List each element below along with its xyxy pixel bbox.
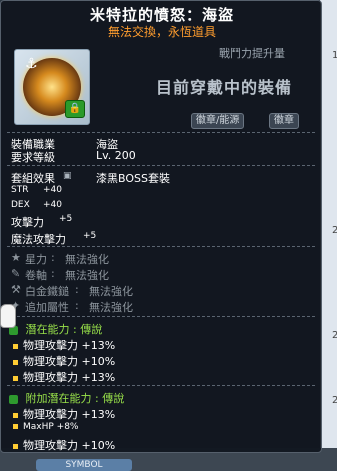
enhancement-label: 卷軸 — [25, 269, 47, 282]
potential-header-text: 潛在能力 : 傳說 — [25, 323, 103, 336]
requirement-value: Lv. 200 — [96, 149, 136, 162]
enhancement-label: 星力 — [25, 253, 47, 266]
bullet-icon — [13, 359, 18, 365]
potential-line: 物理攻擊力 +13% — [13, 369, 115, 385]
additional-potential-header: 附加潛在能力 : 傳說 — [9, 390, 124, 406]
enhancement-value: 無法強化 — [65, 253, 109, 266]
stat-value: +40 — [43, 200, 62, 210]
stat-value: +5 — [59, 214, 73, 224]
enhancement-value: 無法強化 — [89, 301, 133, 314]
set-effect-value: 漆黑BOSS套裝 — [96, 172, 170, 185]
enhancement-value: 無法強化 — [65, 269, 109, 282]
bullet-icon — [13, 412, 18, 418]
additional-potential-line-text: 物理攻擊力 +10% — [23, 439, 116, 452]
bullet-icon — [13, 443, 18, 449]
divider — [7, 385, 315, 386]
additional-potential-line: 物理攻擊力 +13% — [13, 406, 115, 422]
bullet-icon — [13, 343, 18, 349]
symbol-button[interactable]: SYMBOL — [36, 459, 132, 471]
equipped-label: 目前穿戴中的裝備 — [156, 78, 293, 97]
bullet-icon — [13, 375, 18, 381]
stat-value: +40 — [43, 185, 62, 195]
enhancement-value: 無法強化 — [89, 285, 133, 298]
enhancement-label: 追加屬性 — [25, 301, 69, 314]
power-increase-label: 戰鬥力提升量 — [219, 47, 285, 60]
background-number: 1 — [332, 50, 337, 61]
divider — [7, 132, 315, 133]
category-tag: 徽章 — [269, 113, 299, 129]
additional-potential-line-text: MaxHP +8% — [23, 422, 79, 432]
requirement-label: 要求等級 — [11, 151, 55, 164]
additional-potential-line: 物理攻擊力 +10% — [13, 437, 115, 453]
hand-cursor-icon — [0, 304, 16, 328]
star-icon: ★ — [11, 251, 21, 264]
potential-header: 潛在能力 : 傳說 — [9, 321, 102, 337]
item-title: 米特拉的憤怒：海盜 — [89, 6, 234, 24]
background-panel: 1 2 2 2 — [320, 0, 337, 471]
additional-potential-line-text: 物理攻擊力 +13% — [23, 408, 116, 421]
bullet-icon — [13, 424, 18, 429]
item-tooltip: 米特拉的憤怒：海盜 無法交換，永恆道具 ⚓ 🔒 戰鬥力提升量 目前穿戴中的裝備 … — [0, 0, 322, 453]
category-tag: 徽章/能源 — [191, 113, 245, 129]
background-number: 2 — [332, 395, 337, 406]
potential-line: 物理攻擊力 +10% — [13, 353, 115, 369]
item-trade-status: 無法交換，永恆道具 — [107, 25, 216, 39]
potential-line-text: 物理攻擊力 +10% — [23, 355, 116, 368]
divider — [7, 246, 315, 247]
anchor-icon: ⚓ — [25, 56, 38, 72]
stat-label: 攻擊力 — [11, 216, 44, 229]
potential-line: 物理攻擊力 +13% — [13, 337, 115, 353]
lock-icon: 🔒 — [65, 100, 85, 118]
divider — [7, 316, 315, 317]
hammer-icon: ⚒ — [11, 283, 21, 296]
stat-label: 魔法攻擊力 — [11, 233, 66, 246]
potential-line-text: 物理攻擊力 +13% — [23, 371, 116, 384]
additional-potential-line: MaxHP +8% — [13, 422, 78, 432]
set-effect-label: 套組效果 — [11, 172, 55, 185]
background-number: 2 — [332, 330, 337, 341]
stat-label: STR — [11, 185, 29, 195]
stat-label: DEX — [11, 200, 30, 210]
item-icon-frame: ⚓ 🔒 — [14, 49, 90, 125]
potential-line-text: 物理攻擊力 +13% — [23, 339, 116, 352]
divider — [7, 165, 315, 166]
additional-potential-grade-icon — [9, 394, 18, 404]
stat-value: +5 — [83, 231, 97, 241]
scroll-icon: ✎ — [11, 267, 21, 280]
set-info-icon[interactable]: ▣ — [63, 171, 72, 181]
additional-potential-header-text: 附加潛在能力 : 傳說 — [25, 392, 125, 405]
background-number: 2 — [332, 225, 337, 236]
enhancement-label: 白金鐵鎚 — [25, 285, 69, 298]
